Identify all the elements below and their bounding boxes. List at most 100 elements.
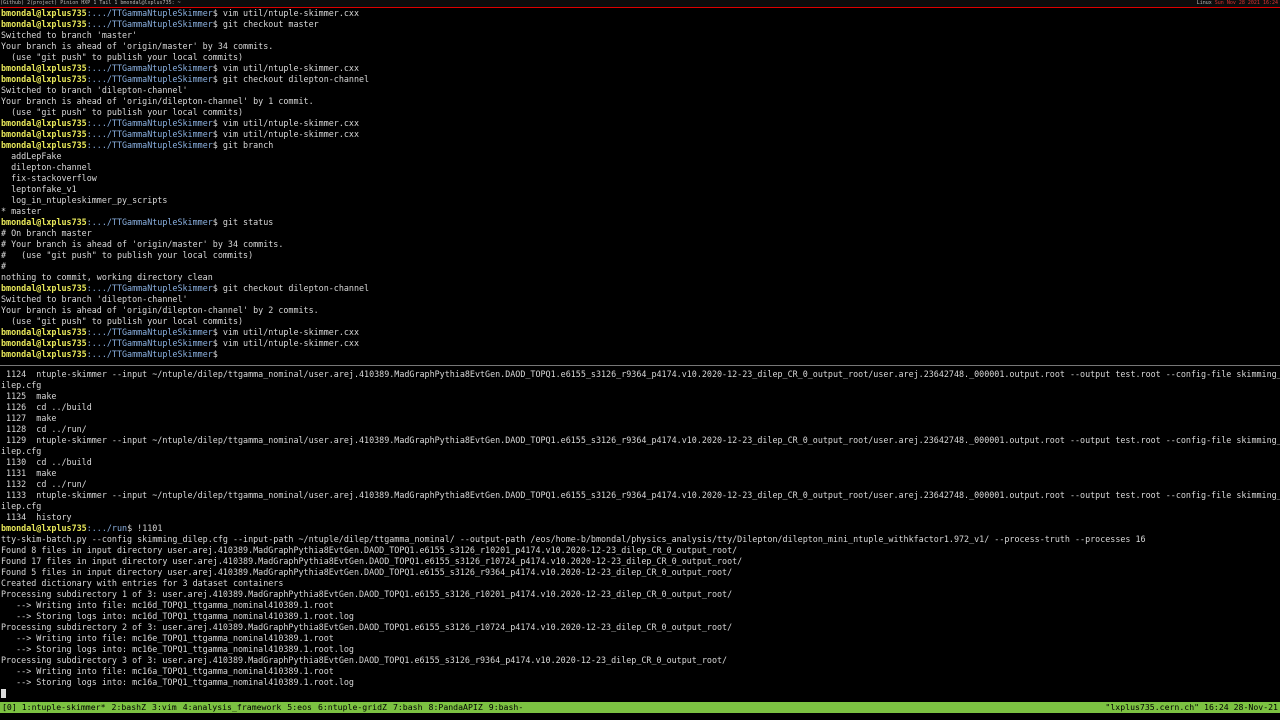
line-text: ilep.cfg [1,446,42,456]
terminal-line: addLepFake [0,151,1280,162]
bottom-edge [0,713,1280,720]
prompt-user: bmondal@lxplus735 [1,217,87,227]
terminal-line: fix-stackoverflow [0,173,1280,184]
terminal-line: Found 17 files in input directory user.a… [0,556,1280,567]
terminal-line: --> Storing logs into: mc16a_TOPQ1_ttgam… [0,677,1280,688]
line-text: $ vim util/ntuple-skimmer.cxx [212,129,360,139]
tmux-window-tab[interactable]: 5:eos [287,702,312,712]
line-text: Switched to branch 'dilepton-channel' [1,294,188,304]
line-text: # Your branch is ahead of 'origin/master… [1,239,284,249]
line-text: 1124 ntuple-skimmer --input ~/ntuple/dil… [1,369,1280,379]
prompt-user: bmondal@lxplus735 [1,523,87,533]
terminal-line: log_in_ntupleskimmer_py_scripts [0,195,1280,206]
tmux-window-tab[interactable]: 7:bash [393,702,423,712]
terminal-line: bmondal@lxplus735:.../TTGammaNtupleSkimm… [0,129,1280,140]
terminal-line: ilep.cfg [0,380,1280,391]
line-text: # (use "git push" to publish your local … [1,250,254,260]
line-text: $ vim util/ntuple-skimmer.cxx [212,118,360,128]
terminal-line: # (use "git push" to publish your local … [0,250,1280,261]
terminal-pane-bottom[interactable]: 1124 ntuple-skimmer --input ~/ntuple/dil… [0,369,1280,701]
terminal-line: 1127 make [0,413,1280,424]
pane-divider[interactable] [0,365,1280,366]
prompt-path: :.../TTGammaNtupleSkimmer [86,349,213,359]
prompt-path: :.../TTGammaNtupleSkimmer [86,8,213,18]
host-label: "lxplus735.cern.ch" [1105,702,1200,712]
line-text: Switched to branch 'master' [1,30,138,40]
tmux-window-tab[interactable]: 9:bash- [489,702,524,712]
line-text: log_in_ntupleskimmer_py_scripts [1,195,168,205]
terminal-line: bmondal@lxplus735:.../TTGammaNtupleSkimm… [0,217,1280,228]
terminal-cursor [1,689,6,698]
clock-time: 16:24 [1204,702,1229,712]
line-text: --> Storing logs into: mc16e_TOPQ1_ttgam… [1,644,354,654]
line-text: 1133 ntuple-skimmer --input ~/ntuple/dil… [1,490,1280,500]
prompt-user: bmondal@lxplus735 [1,118,87,128]
prompt-path: :.../TTGammaNtupleSkimmer [86,140,213,150]
system-status: Linux Sun Nov 28 2021 16:24 [1196,0,1278,6]
line-text: --> Storing logs into: mc16d_TOPQ1_ttgam… [1,611,354,621]
prompt-path: :.../TTGammaNtupleSkimmer [86,327,213,337]
terminal-line: bmondal@lxplus735:.../TTGammaNtupleSkimm… [0,349,1280,360]
line-text: $ vim util/ntuple-skimmer.cxx [212,338,360,348]
terminal-line: 1125 make [0,391,1280,402]
line-text: (use "git push" to publish your local co… [1,52,244,62]
terminal-line: bmondal@lxplus735:.../TTGammaNtupleSkimm… [0,8,1280,19]
line-text: $ git status [212,217,274,227]
line-text: 1131 make [1,468,57,478]
line-text: $ git checkout dilepton-channel [212,283,370,293]
tmux-window-list: [0] 1:ntuple-skimmer* 2:bashZ 3:vim 4:analy… [2,702,529,713]
terminal-line: Processing subdirectory 3 of 3: user.are… [0,655,1280,666]
line-text: * master [1,206,42,216]
line-text: --> Writing into file: mc16d_TOPQ1_ttgam… [1,600,334,610]
line-text: dilepton-channel [1,162,92,172]
line-text: addLepFake [1,151,62,161]
line-text: Switched to branch 'dilepton-channel' [1,85,188,95]
terminal-line: bmondal@lxplus735:.../run$ !1101 [0,523,1280,534]
terminal-line: leptonfake_v1 [0,184,1280,195]
terminal-line: --> Writing into file: mc16a_TOPQ1_ttgam… [0,666,1280,677]
line-text: $ git checkout dilepton-channel [212,74,370,84]
terminal-line: (use "git push" to publish your local co… [0,52,1280,63]
terminal-line: Created dictionary with entries for 3 da… [0,578,1280,589]
terminal-line: Found 8 files in input directory user.ar… [0,545,1280,556]
prompt-user: bmondal@lxplus735 [1,129,87,139]
line-text: Your branch is ahead of 'origin/master' … [1,41,274,51]
line-text: Processing subdirectory 2 of 3: user.are… [1,622,733,632]
tmux-window-tab[interactable]: 2:bashZ [112,702,147,712]
prompt-user: bmondal@lxplus735 [1,63,87,73]
prompt-user: bmondal@lxplus735 [1,338,87,348]
line-text: 1130 cd ../build [1,457,92,467]
line-text: fix-stackoverflow [1,173,97,183]
terminal-line: Your branch is ahead of 'origin/dilepton… [0,96,1280,107]
terminal-line: --> Writing into file: mc16d_TOPQ1_ttgam… [0,600,1280,611]
tmux-window-tab[interactable]: 3:vim [152,702,177,712]
terminal-line: 1134 history [0,512,1280,523]
terminal-line: Switched to branch 'dilepton-channel' [0,85,1280,96]
line-text: Processing subdirectory 3 of 3: user.are… [1,655,728,665]
line-text: Processing subdirectory 1 of 3: user.are… [1,589,733,599]
line-text: Found 5 files in input directory user.ar… [1,567,733,577]
prompt-user: bmondal@lxplus735 [1,349,87,359]
terminal-line: bmondal@lxplus735:.../TTGammaNtupleSkimm… [0,63,1280,74]
terminal-line: tty-skim-batch.py --config skimming_dile… [0,534,1280,545]
terminal-line: bmondal@lxplus735:.../TTGammaNtupleSkimm… [0,140,1280,151]
prompt-path: :.../TTGammaNtupleSkimmer [86,338,213,348]
terminal-line: --> Storing logs into: mc16e_TOPQ1_ttgam… [0,644,1280,655]
line-text: 1129 ntuple-skimmer --input ~/ntuple/dil… [1,435,1280,445]
terminal-line: (use "git push" to publish your local co… [0,316,1280,327]
prompt-user: bmondal@lxplus735 [1,8,87,18]
tmux-window-tab[interactable]: 6:ntuple-gridZ [318,702,387,712]
prompt-path: :.../TTGammaNtupleSkimmer [86,19,213,29]
line-text: ilep.cfg [1,380,42,390]
terminal-line: --> Storing logs into: mc16d_TOPQ1_ttgam… [0,611,1280,622]
tmux-window-tab[interactable]: 8:PandaAPIZ [429,702,483,712]
line-text: # [1,261,7,271]
terminal-line: 1130 cd ../build [0,457,1280,468]
line-text: Your branch is ahead of 'origin/dilepton… [1,305,319,315]
tmux-window-tab[interactable]: [0] 1:ntuple-skimmer* [2,702,106,712]
tmux-window-tab[interactable]: 4:analysis_framework [183,702,282,712]
line-text: $ vim util/ntuple-skimmer.cxx [212,327,360,337]
terminal-pane-top[interactable]: bmondal@lxplus735:.../TTGammaNtupleSkimm… [0,8,1280,363]
terminal-line: dilepton-channel [0,162,1280,173]
prompt-user: bmondal@lxplus735 [1,19,87,29]
